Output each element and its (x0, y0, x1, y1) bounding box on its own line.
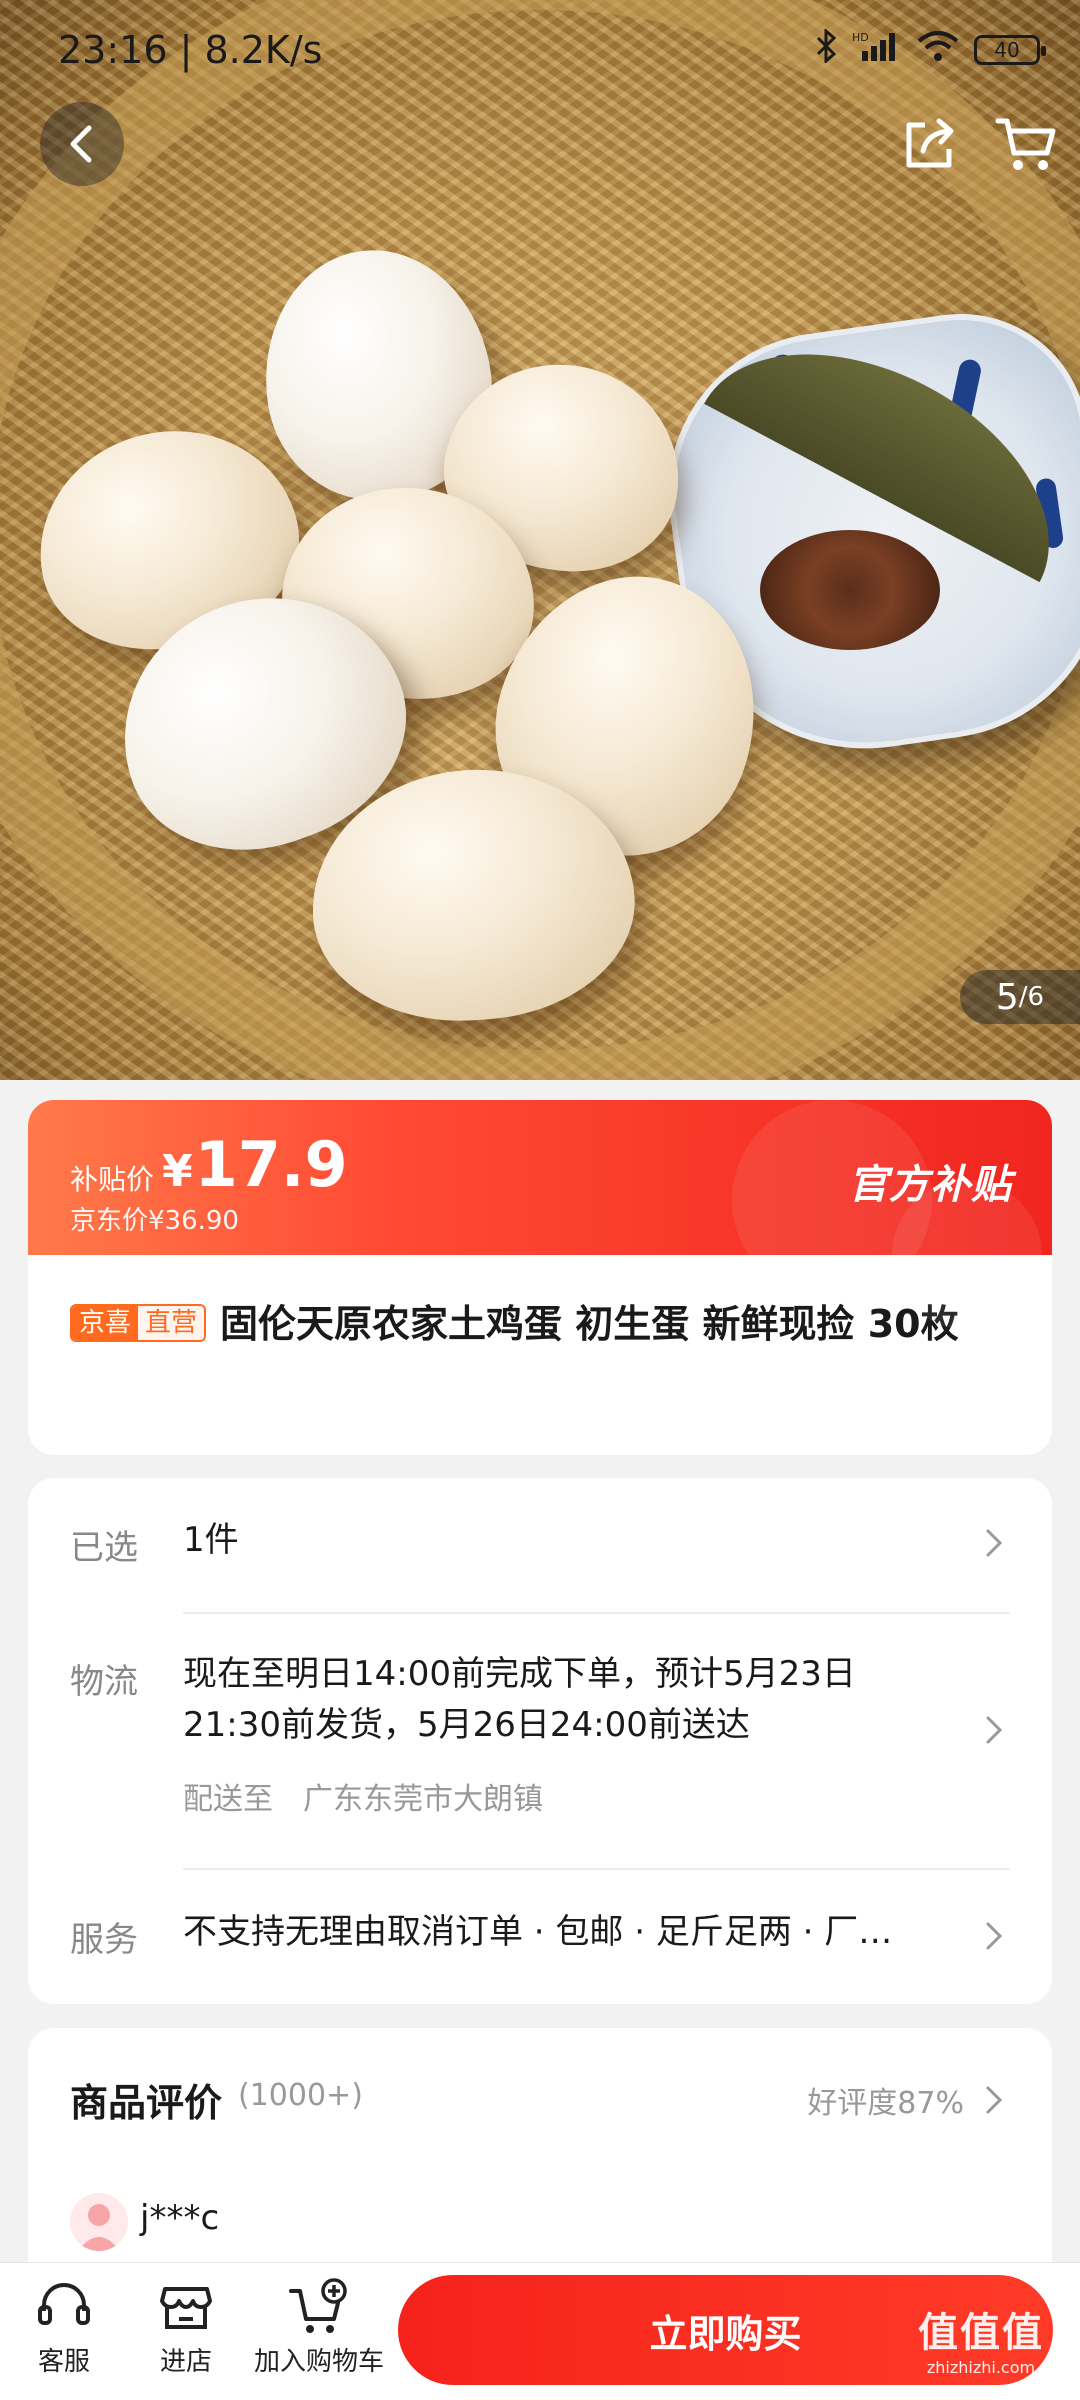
customer-service-button[interactable]: 客服 (28, 2277, 100, 2378)
back-button[interactable] (40, 102, 124, 186)
share-icon (906, 118, 954, 168)
chevron-right-icon (986, 2086, 1003, 2114)
review-count: (1000+) (238, 2078, 363, 2113)
add-to-cart-label: 加入购物车 (253, 2347, 384, 2377)
customer-service-label: 客服 (37, 2347, 90, 2377)
share-button[interactable] (888, 102, 972, 186)
tag-secondary: 直营 (138, 1306, 205, 1340)
currency-symbol: ¥ (162, 1146, 193, 1197)
store-icon (160, 2287, 212, 2329)
chevron-right-icon (986, 1716, 1003, 1744)
status-bar: 23:16 | 8.2K/s HD 40 (0, 0, 1080, 100)
product-title: 固伦天原农家土鸡蛋 初生蛋 新鲜现捡 30枚 (220, 1302, 959, 1346)
selected-label: 已选 (70, 1528, 138, 1568)
store-tag: 京喜 直营 (70, 1304, 207, 1342)
logistics-row[interactable]: 物流 现在至明日14:00前完成下单，预计5月23日 21:30前发货，5月26… (28, 1614, 1052, 1844)
spices (760, 530, 940, 650)
network-type: HD (852, 31, 869, 44)
service-value: 不支持无理由取消订单 · 包邮 · 足斤足两 · 厂… (183, 1912, 893, 1952)
enter-store-button[interactable]: 进店 (150, 2277, 222, 2378)
selected-value: 1件 (183, 1520, 239, 1560)
logistics-line2: 21:30前发货，5月26日24:00前送达 (183, 1705, 750, 1745)
selected-row[interactable]: 已选 1件 (28, 1478, 1052, 1608)
cart-button[interactable] (984, 102, 1068, 186)
original-price: 京东价¥36.90 (70, 1206, 239, 1236)
price-value: 17.9 (194, 1128, 348, 1201)
watermark-site: zhizhizhi.com (926, 2358, 1036, 2377)
chevron-left-icon (70, 125, 92, 163)
signal-icon: HD (852, 29, 902, 71)
subsidy-label: 补贴价 (70, 1163, 155, 1196)
wifi-icon (916, 29, 960, 71)
service-label: 服务 (70, 1920, 138, 1960)
status-time-speed: 23:16 | 8.2K/s (58, 28, 323, 72)
ship-to-label: 配送至 (183, 1782, 273, 1817)
add-to-cart-button[interactable]: 加入购物车 (246, 2277, 392, 2378)
battery-level: 40 (994, 38, 1020, 62)
avatar (70, 2193, 128, 2251)
image-current: 5 (995, 976, 1019, 1018)
watermark: 值值值 zhizhizhi.com (896, 2300, 1066, 2377)
official-subsidy-badge: 官方补贴 (848, 1162, 1012, 1208)
subsidy-price: ¥17.9 (162, 1128, 348, 1201)
watermark-brand: 值值值 (918, 2310, 1044, 2356)
headset-icon (38, 2283, 90, 2325)
chevron-right-icon (986, 1922, 1003, 1950)
image-total: /6 (1018, 982, 1045, 1012)
cart-add-icon (289, 2278, 347, 2333)
battery-icon: 40 (974, 35, 1046, 65)
price-banner: 补贴价 ¥17.9 京东价¥36.90 官方补贴 (28, 1100, 1052, 1330)
review-title: 商品评价 (70, 2081, 223, 2125)
bluetooth-icon (814, 27, 838, 71)
chevron-right-icon (986, 1529, 1003, 1557)
cart-icon (995, 118, 1056, 170)
tag-primary: 京喜 (72, 1306, 139, 1340)
enter-store-label: 进店 (159, 2347, 212, 2377)
ship-to-address: 广东东莞市大朗镇 (303, 1782, 543, 1817)
reviewer-name: j***c (140, 2198, 220, 2238)
price-card: 补贴价 ¥17.9 京东价¥36.90 官方补贴 京喜 直营 固伦天原农家土鸡蛋 初… (28, 1100, 1052, 1455)
review-rating: 好评度87% (807, 2086, 964, 2121)
logistics-line1: 现在至明日14:00前完成下单，预计5月23日 (183, 1654, 856, 1694)
service-row[interactable]: 服务 不支持无理由取消订单 · 包邮 · 足斤足两 · 厂… (28, 1870, 1052, 2000)
image-counter: 5/6 (960, 970, 1080, 1024)
info-card: 已选 1件 物流 现在至明日14:00前完成下单，预计5月23日 21:30前发… (28, 1478, 1052, 2004)
logistics-label: 物流 (70, 1662, 138, 1702)
